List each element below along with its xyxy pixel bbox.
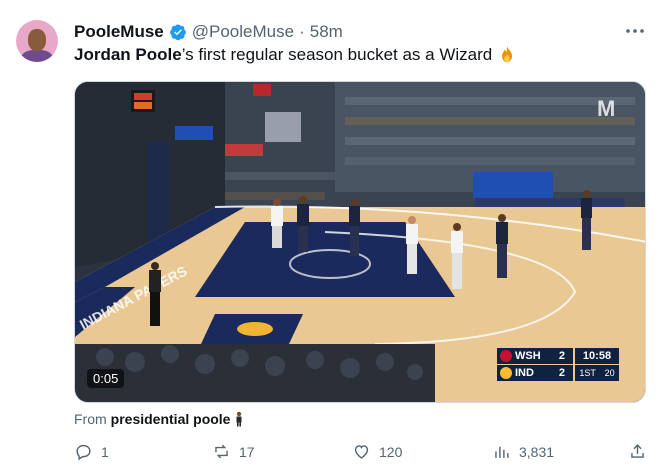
views-count: 3,831 xyxy=(519,443,555,460)
more-options-icon[interactable] xyxy=(624,22,646,40)
like-count: 120 xyxy=(379,443,403,460)
reply-icon xyxy=(76,444,91,461)
from-prefix: From xyxy=(74,411,107,427)
video-duration: 0:05 xyxy=(87,369,125,388)
repost-count: 17 xyxy=(239,443,255,460)
scoreboard-overlay: WSH 2 IND 2 10:58 1ST 20 xyxy=(497,348,619,382)
wizards-logo-icon xyxy=(500,350,512,362)
game-clock: 10:58 xyxy=(575,348,619,364)
away-score: 2 xyxy=(558,350,565,362)
repost-icon xyxy=(215,444,228,459)
share-button[interactable] xyxy=(628,442,647,461)
views-button[interactable]: 3,831 xyxy=(492,442,554,461)
fire-emoji-icon xyxy=(501,46,512,62)
avatar-shirt xyxy=(21,50,53,62)
share-icon xyxy=(631,444,644,458)
separator-dot: · xyxy=(299,22,305,41)
tweet-text-mention: Jordan Poole xyxy=(74,45,182,64)
video-player[interactable]: M INDIANA PACERS 0:05 WSH 2 IND 2 10:58 … xyxy=(74,81,646,403)
author-name[interactable]: PooleMuse xyxy=(74,22,164,42)
like-button[interactable]: 120 xyxy=(352,442,402,461)
shot-clock: 20 xyxy=(604,368,615,378)
score-row-away: WSH 2 xyxy=(497,348,573,364)
tweet-text-body: ’s first regular season bucket as a Wiza… xyxy=(181,45,493,64)
person-emoji-icon xyxy=(236,411,242,427)
reply-count: 1 xyxy=(101,443,109,460)
pacers-logo-icon xyxy=(500,367,512,379)
tweet-text: Jordan Poole’s first regular season buck… xyxy=(74,45,515,65)
quarter: 1ST xyxy=(579,368,596,378)
score-row-home: IND 2 xyxy=(497,365,573,381)
verified-badge-icon xyxy=(169,24,186,41)
author-handle[interactable]: @PooleMuse xyxy=(192,22,294,42)
away-team: WSH xyxy=(515,350,541,362)
views-chart-icon xyxy=(495,446,509,458)
repost-button[interactable]: 17 xyxy=(212,442,255,461)
quarter-box: 1ST 20 xyxy=(575,365,619,381)
timestamp[interactable]: 58m xyxy=(310,22,343,42)
home-team: IND xyxy=(515,367,534,379)
from-account-link[interactable]: presidential poole xyxy=(111,411,231,427)
avatar-face xyxy=(28,29,46,51)
svg-text:M: M xyxy=(597,96,615,121)
avatar[interactable] xyxy=(16,20,58,62)
from-attribution: From presidential poole xyxy=(74,411,244,427)
reply-button[interactable]: 1 xyxy=(74,442,109,461)
action-bar: 1 17 120 3,831 xyxy=(74,442,650,464)
home-score: 2 xyxy=(558,367,565,379)
tweet-header: PooleMuse @PooleMuse · 58m xyxy=(74,21,343,43)
heart-icon xyxy=(354,445,369,459)
